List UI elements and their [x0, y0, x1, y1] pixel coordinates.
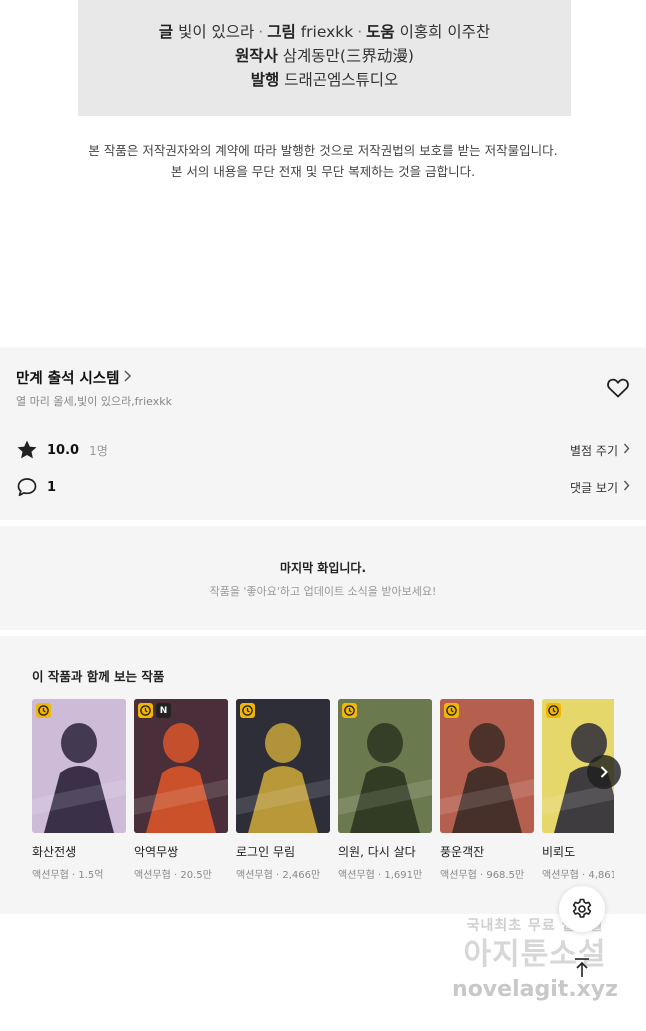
writer-label: 글 — [158, 23, 174, 41]
settings-button[interactable] — [559, 886, 605, 932]
cover-thumbnail — [32, 699, 126, 833]
recommendation-item[interactable]: 비뢰도액션무협 · 4,861만 — [542, 699, 614, 881]
assist-label: 도움 — [366, 23, 395, 41]
chevron-right-icon — [123, 369, 132, 386]
clock-badge-icon — [138, 703, 153, 718]
cover-illustration — [236, 699, 330, 833]
comment-icon — [16, 476, 38, 498]
chevron-right-icon — [623, 480, 630, 494]
writer-name: 빛이 있으라 — [178, 23, 255, 41]
recommendation-name: 비뢰도 — [542, 845, 576, 859]
original-name: 삼계동만(三界动漫) — [282, 47, 414, 65]
recommendation-name: 악역무쌍 — [134, 845, 179, 859]
last-episode-panel: 마지막 화입니다. 작품을 '좋아요'하고 업데이트 소식을 받아보세요! — [0, 526, 646, 630]
recommendation-meta: 액션무협 · 4,861만 — [542, 870, 614, 881]
recommendation-name: 풍운객잔 — [440, 845, 485, 859]
heart-icon[interactable] — [606, 376, 630, 400]
copyright-line: 본 서의 내용을 무단 전재 및 무단 복제하는 것을 금합니다. — [170, 164, 476, 179]
recommendation-meta: 액션무협 · 1.5억 — [32, 870, 104, 881]
cover-illustration — [338, 699, 432, 833]
publisher-label: 발행 — [250, 71, 280, 89]
new-badge: N — [156, 703, 171, 718]
rate-button[interactable]: 별점 주기 — [570, 442, 630, 459]
cover-thumbnail: N — [134, 699, 228, 833]
cover-thumbnail — [440, 699, 534, 833]
work-info-panel: 만계 출석 시스템 열 마리 올세,빛이 있으라,friexkk 10.0 1명… — [0, 347, 646, 520]
recommendation-name: 의원, 다시 살다 — [338, 845, 416, 859]
watermark-line: 아지툰소설 — [463, 937, 607, 972]
recommendation-meta: 액션무협 · 2,466만 — [236, 870, 321, 881]
recommendation-item[interactable]: N 악역무쌍액션무협 · 20.5만 — [134, 699, 228, 881]
art-label: 그림 — [267, 23, 296, 41]
comments-button[interactable]: 댓글 보기 — [570, 479, 630, 496]
next-button[interactable] — [587, 755, 621, 789]
chevron-right-icon — [600, 766, 608, 778]
comment-row: 1 댓글 보기 — [16, 475, 630, 499]
credits-box: 글 빛이 있으라 · 그림 friexkk · 도움 이홍희 이주찬 원작사 삼계동만(… — [78, 0, 571, 116]
cover-illustration — [440, 699, 534, 833]
last-episode-title: 마지막 화입니다. — [279, 561, 367, 575]
clock-badge-icon — [546, 703, 561, 718]
gear-icon — [572, 898, 592, 918]
separator: · — [357, 23, 363, 41]
rate-label: 별점 주기 — [570, 443, 618, 458]
watermark: 국내최초 무료 웹소설 아지툰소설 novelagit.xyz — [430, 915, 640, 1025]
rating-value: 10.0 — [47, 442, 80, 458]
recommendation-item[interactable]: 의원, 다시 살다액션무협 · 1,691만 — [338, 699, 432, 881]
separator: · — [258, 23, 264, 41]
recommendation-meta: 액션무협 · 1,691만 — [338, 870, 423, 881]
scroll-top-button[interactable] — [566, 952, 598, 984]
recommendation-item[interactable]: 화산전생액션무협 · 1.5억 — [32, 699, 126, 881]
assist-name: 이홍희 이주찬 — [399, 23, 491, 41]
cover-illustration — [32, 699, 126, 833]
rating-row: 10.0 1명 별점 주기 — [16, 438, 630, 462]
cover-thumbnail — [236, 699, 330, 833]
recommendation-name: 화산전생 — [32, 845, 77, 859]
last-episode-subtitle: 작품을 '좋아요'하고 업데이트 소식을 받아보세요! — [209, 585, 437, 598]
watermark-line: novelagit.xyz — [452, 977, 618, 1002]
clock-badge-icon — [240, 703, 255, 718]
art-name: friexkk — [300, 23, 354, 41]
recommendation-name: 로그인 무림 — [236, 845, 296, 859]
recommendation-meta: 액션무협 · 968.5만 — [440, 870, 525, 881]
recommendation-panel: 이 작품과 함께 보는 작품 화산전생액션무협 · 1.5억 N 악역무쌍액션무협 … — [0, 636, 646, 914]
clock-badge-icon — [342, 703, 357, 718]
credit-line-staff: 글 빛이 있으라 · 그림 friexkk · 도움 이홍희 이주찬 — [78, 20, 571, 44]
recommendation-item[interactable]: 풍운객잔액션무협 · 968.5만 — [440, 699, 534, 881]
chevron-right-icon — [623, 443, 630, 457]
recommendation-item[interactable]: 로그인 무림액션무협 · 2,466만 — [236, 699, 330, 881]
work-authors: 열 마리 올세,빛이 있으라,friexkk — [16, 395, 172, 408]
comment-count: 1 — [47, 479, 57, 495]
publisher-name: 드래곤엠스튜디오 — [284, 71, 399, 89]
watermark-line: 국내최초 무료 웹소설 — [466, 918, 604, 934]
clock-badge-icon — [36, 703, 51, 718]
arrow-up-icon — [575, 958, 589, 977]
comments-label: 댓글 보기 — [570, 480, 618, 495]
cover-illustration — [134, 699, 228, 833]
recommendation-list: 화산전생액션무협 · 1.5억 N 악역무쌍액션무협 · 20.5만 로그인 무림액션… — [32, 699, 614, 889]
copyright-notice: 본 작품은 저작권자와의 계약에 따라 발행한 것으로 저작권법의 보호를 받는… — [0, 140, 646, 182]
credit-line-original: 원작사 삼계동만(三界动漫) — [78, 44, 571, 68]
work-title: 만계 출석 시스템 — [16, 371, 120, 387]
copyright-line: 본 작품은 저작권자와의 계약에 따라 발행한 것으로 저작권법의 보호를 받는… — [88, 143, 558, 158]
star-icon — [16, 439, 38, 461]
rating-count: 1명 — [89, 443, 108, 458]
recommendation-meta: 액션무협 · 20.5만 — [134, 870, 212, 881]
cover-thumbnail — [338, 699, 432, 833]
original-label: 원작사 — [235, 47, 278, 65]
credit-line-publisher: 발행 드래곤엠스튜디오 — [78, 68, 571, 92]
work-title-link[interactable]: 만계 출석 시스템 — [16, 367, 132, 388]
clock-badge-icon — [444, 703, 459, 718]
recommendation-title: 이 작품과 함께 보는 작품 — [32, 669, 165, 684]
